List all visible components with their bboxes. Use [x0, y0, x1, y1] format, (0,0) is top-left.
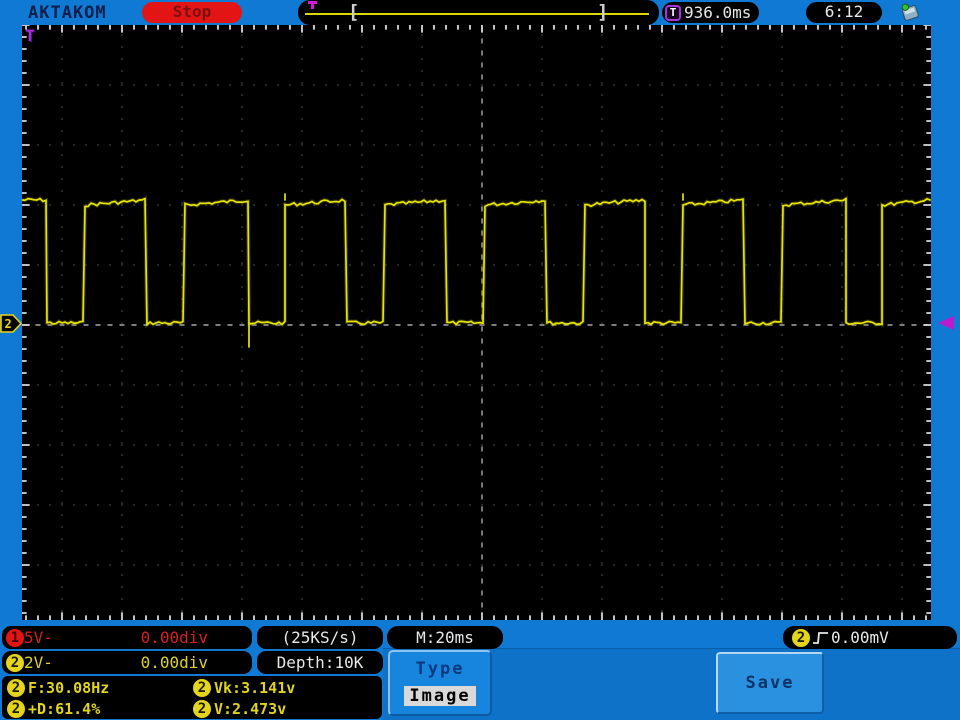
type-button-value: Image — [404, 686, 476, 706]
meas-ch-chip: 2 — [193, 678, 211, 697]
trigger-time-badge: T 936.0ms — [662, 2, 760, 23]
window-left-bracket: [ — [348, 1, 360, 23]
meas-ch-chip: 2 — [193, 699, 211, 718]
ch1-status-badge: 1 5V- 0.00div — [2, 626, 252, 649]
sample-rate-badge: (25KS/s) — [257, 626, 383, 649]
brand-logo: AKTAKOM — [28, 3, 107, 23]
timebase-value: M:20ms — [416, 628, 474, 647]
ch1-scale: 5V- — [24, 628, 53, 647]
top-status-bar: AKTAKOM Stop [ ] T 936.0ms 6:12 — [0, 0, 960, 25]
oscilloscope-screenshot: { "header": { "brand": "AKTAKOM", "acq_s… — [0, 0, 960, 720]
ch1-number-chip: 1 — [6, 628, 24, 647]
memory-depth-badge: Depth:10K — [257, 651, 383, 674]
sample-rate-value: (25KS/s) — [281, 628, 359, 647]
save-button[interactable]: Save — [716, 652, 824, 714]
measurement-vk: 2 Vk:3.141v — [188, 678, 382, 697]
trigger-corner-mark: T — [25, 26, 35, 45]
meas-value: +D:61.4% — [28, 699, 101, 718]
meas-value: Vk:3.141v — [214, 678, 296, 697]
ch2-number-chip: 2 — [6, 653, 24, 672]
waveform-plot — [20, 24, 932, 621]
meas-value: F:30.08Hz — [28, 678, 110, 697]
trigger-time-value: 936.0ms — [684, 3, 752, 22]
measurements-panel: 2 F:30.08Hz 2 Vk:3.141v 2 +D:61.4% 2 V:2… — [2, 676, 382, 719]
ch2-position: 0.00div — [140, 653, 208, 672]
usb-disk-icon — [901, 3, 919, 21]
measurement-duty: 2 +D:61.4% — [2, 699, 188, 718]
channel2-level-marker[interactable]: 2 — [0, 314, 23, 333]
trigger-level-badge: 2 0.00mV — [783, 626, 957, 649]
trigger-position-marker-icon — [308, 0, 318, 10]
ch1-position: 0.00div — [140, 628, 208, 647]
type-button-label: Type — [415, 659, 465, 679]
meas-ch-chip: 2 — [7, 699, 25, 718]
window-right-bracket: ] — [597, 1, 609, 23]
channel2-marker-label: 2 — [5, 317, 12, 331]
type-softkey-button[interactable]: Type Image — [388, 650, 492, 716]
trigger-level-value: 0.00mV — [831, 628, 889, 647]
meas-value: V:2.473v — [214, 699, 287, 718]
acquisition-status-badge: Stop — [142, 2, 242, 23]
trigger-position-bar: [ ] — [298, 0, 659, 25]
trigger-t-icon: T — [665, 4, 681, 21]
scope-display — [20, 24, 932, 621]
memory-depth-value: Depth:10K — [276, 653, 364, 672]
ch2-scale: 2V- — [24, 653, 53, 672]
rising-edge-icon — [813, 631, 828, 644]
bottom-status-area: 1 5V- 0.00div 2 2V- 0.00div (25KS/s) Dep… — [0, 625, 960, 720]
measurement-frequency: 2 F:30.08Hz — [2, 678, 188, 697]
clock: 6:12 — [806, 2, 882, 23]
trigger-source-chip: 2 — [792, 628, 810, 647]
timebase-badge: M:20ms — [387, 626, 503, 649]
ch2-status-badge: 2 2V- 0.00div — [2, 651, 252, 674]
measurement-vrms: 2 V:2.473v — [188, 699, 382, 718]
meas-ch-chip: 2 — [7, 678, 25, 697]
trigger-level-arrow-icon[interactable] — [936, 315, 956, 331]
